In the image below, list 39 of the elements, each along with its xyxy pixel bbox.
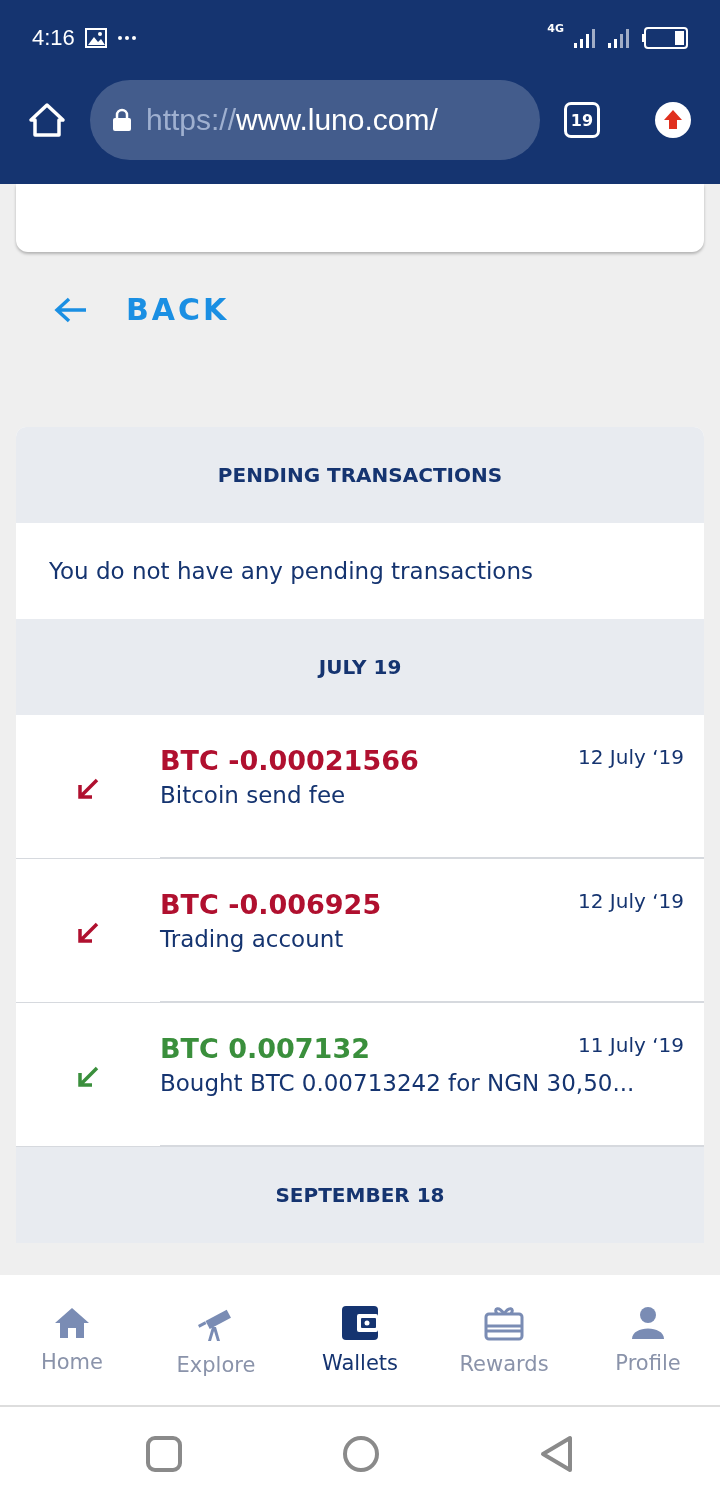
person-icon	[630, 1305, 666, 1341]
empty-message: You do not have any pending transactions	[48, 557, 534, 586]
description: Bitcoin send fee	[160, 782, 347, 808]
upload-icon[interactable]	[654, 101, 692, 139]
date-header: SEPTEMBER 18	[16, 1147, 704, 1243]
description: Trading account	[160, 926, 345, 952]
nav-tab[interactable]: Explore	[144, 1275, 288, 1405]
amount: BTC 0.007132	[160, 1033, 370, 1064]
image-icon	[84, 27, 107, 48]
nav-tab[interactable]: Rewards	[432, 1275, 576, 1405]
date: 12 July ‘19	[578, 745, 684, 769]
more-icon	[116, 34, 137, 41]
amount: BTC -0.00021566	[160, 745, 419, 776]
date-header: JULY 19	[16, 619, 704, 715]
description: Bought BTC 0.00713242 for NGN 30,50...	[160, 1070, 636, 1096]
home-icon	[53, 1306, 91, 1340]
section-header: PENDING TRANSACTIONS	[16, 427, 704, 523]
signal-icon	[574, 27, 632, 48]
gift-icon	[483, 1304, 525, 1342]
date: 12 July ‘19	[578, 889, 684, 913]
back-icon[interactable]	[540, 1434, 574, 1473]
network-type: 4G	[547, 22, 564, 35]
home-icon[interactable]	[28, 102, 66, 138]
lock-icon	[112, 108, 132, 132]
nav-tab[interactable]: Profile	[576, 1275, 720, 1405]
home-button-icon[interactable]	[342, 1434, 380, 1473]
status-time: 4:16	[32, 24, 75, 51]
amount: BTC -0.006925	[160, 889, 382, 920]
url-text: https://www.luno.com/	[146, 103, 438, 137]
date: 11 July ‘19	[578, 1033, 684, 1057]
address-bar[interactable]: https://www.luno.com/	[90, 80, 540, 160]
recents-icon[interactable]	[146, 1435, 182, 1472]
tab-count[interactable]: 19	[564, 102, 600, 138]
wallet-icon	[341, 1305, 379, 1341]
back-link[interactable]: BACK	[54, 292, 230, 327]
battery-icon	[642, 26, 688, 49]
back-arrow-icon	[54, 295, 88, 324]
nav-tab[interactable]: Home	[0, 1275, 144, 1405]
nav-tab[interactable]: Wallets	[288, 1275, 432, 1405]
